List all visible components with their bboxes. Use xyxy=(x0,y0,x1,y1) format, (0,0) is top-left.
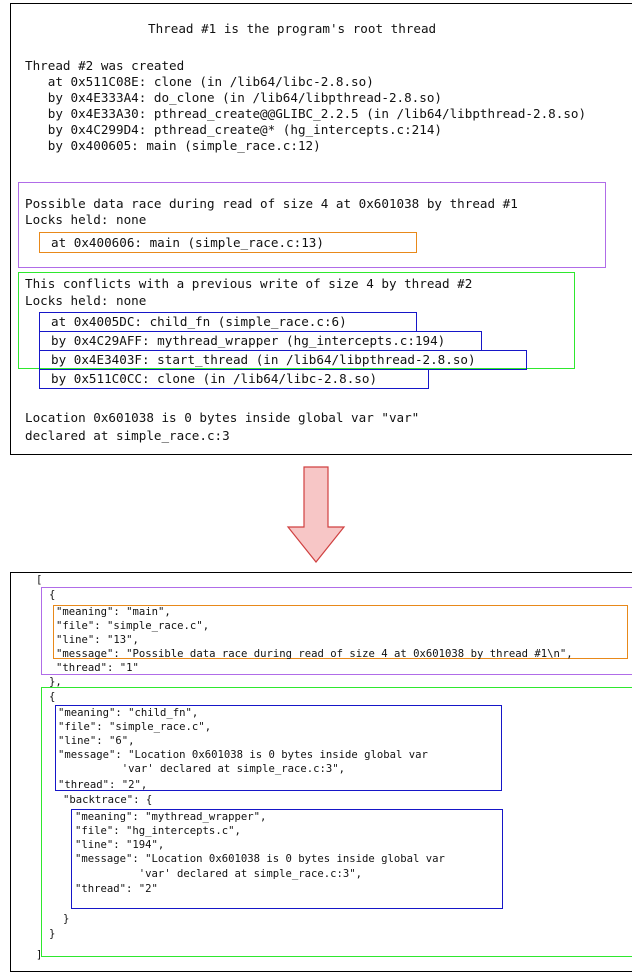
json-output-panel: [ { "meaning": "main", "file": "simple_r… xyxy=(10,572,632,972)
down-arrow-icon xyxy=(286,466,346,563)
json-field: "file": "simple_race.c", xyxy=(56,620,210,632)
root-thread-header: Thread #1 is the program's root thread xyxy=(148,21,437,36)
json-field: "thread": "2", xyxy=(58,779,148,791)
json-close-bracket: ] xyxy=(36,949,43,961)
json-field: "file": "simple_race.c", xyxy=(58,721,212,733)
json-backtrace-key: "backtrace": { xyxy=(63,794,153,806)
json-field: "message": "Location 0x601038 is 0 bytes… xyxy=(75,853,445,865)
json-field: "line": "194", xyxy=(75,839,165,851)
conflict-frame: by 0x511C0CC: clone (in /lib64/libc-2.8.… xyxy=(51,371,378,386)
thread-created-frame: by 0x4E33A30: pthread_create@@GLIBC_2.2.… xyxy=(25,106,587,121)
json-open-brace: { xyxy=(49,691,56,703)
json-field: "meaning": "child_fn", xyxy=(58,707,199,719)
json-field: "line": "13", xyxy=(56,634,139,646)
conflict-frame: at 0x4005DC: child_fn (simple_race.c:6) xyxy=(51,314,347,329)
json-field: "message": "Location 0x601038 is 0 bytes… xyxy=(58,749,428,761)
conflict-line: This conflicts with a previous write of … xyxy=(25,276,473,291)
conflict-frame: by 0x4C29AFF: mythread_wrapper (hg_inter… xyxy=(51,333,446,348)
thread-created-frame: by 0x4E333A4: do_clone (in /lib64/libpth… xyxy=(25,90,443,105)
json-field: "message": "Possible data race during re… xyxy=(56,648,573,660)
data-race-line: Possible data race during read of size 4… xyxy=(25,196,518,211)
race-frame: at 0x400606: main (simple_race.c:13) xyxy=(51,235,324,250)
thread-created-frame: at 0x511C08E: clone (in /lib64/libc-2.8.… xyxy=(25,74,374,89)
locks-held-line: Locks held: none xyxy=(25,212,147,227)
thread-created-line: Thread #2 was created xyxy=(25,58,185,73)
json-field: 'var' declared at simple_race.c:3", xyxy=(75,868,363,880)
json-field: "thread": "2" xyxy=(75,883,158,895)
json-field: "meaning": "mythread_wrapper", xyxy=(75,811,267,823)
thread-created-frame: by 0x4C299D4: pthread_create@* (hg_inter… xyxy=(25,122,443,137)
conflict-frame: by 0x4E3403F: start_thread (in /lib64/li… xyxy=(51,352,476,367)
location-line: Location 0x601038 is 0 bytes inside glob… xyxy=(25,410,420,425)
thread-created-frame: by 0x400605: main (simple_race.c:12) xyxy=(25,138,321,153)
json-field: "meaning": "main", xyxy=(56,606,171,618)
down-arrow-shape xyxy=(286,466,346,563)
json-open-bracket: [ xyxy=(36,574,43,586)
helgrind-report-panel: Thread #1 is the program's root thread T… xyxy=(10,3,632,455)
json-close-brace: } xyxy=(49,928,56,940)
json-field: "thread": "1" xyxy=(56,662,139,674)
location-line: declared at simple_race.c:3 xyxy=(25,428,230,443)
json-field: "file": "hg_intercepts.c", xyxy=(75,825,241,837)
json-field: 'var' declared at simple_race.c:3", xyxy=(58,763,346,775)
json-close-brace: } xyxy=(63,913,70,925)
json-field: "line": "6", xyxy=(58,735,135,747)
locks-held-line: Locks held: none xyxy=(25,293,147,308)
json-open-brace: { xyxy=(49,589,56,601)
